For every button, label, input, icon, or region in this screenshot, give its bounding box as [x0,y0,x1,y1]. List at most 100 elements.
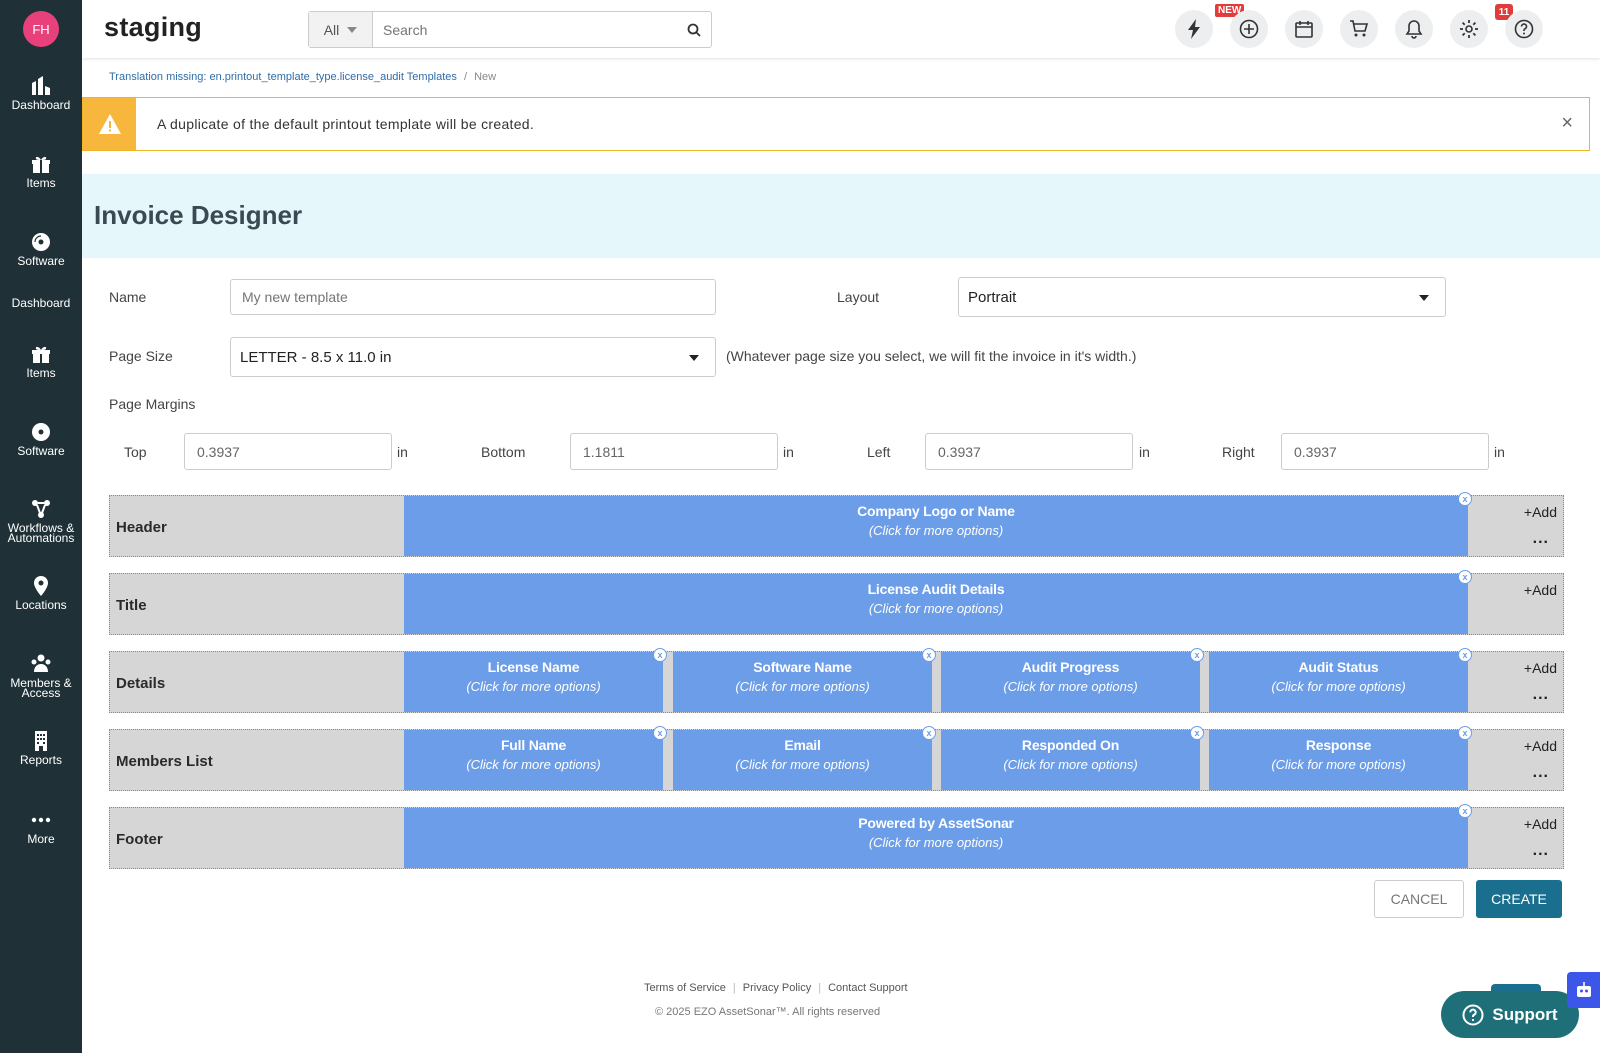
row-more-icon[interactable]: ... [1533,764,1549,782]
alert-icon-box [83,98,136,150]
remove-field-icon[interactable]: x [1458,570,1472,584]
sidebar-item-reports[interactable]: Reports [0,729,82,766]
sidebar-item-more[interactable]: More [0,808,82,845]
margin-top-field[interactable]: 0.3937 [184,433,392,470]
field-name: License Name [487,659,580,675]
search-input[interactable] [373,12,677,47]
support-button[interactable]: Support [1441,991,1579,1038]
close-icon[interactable]: × [1561,112,1573,135]
field-name: Software Name [753,659,852,675]
sidebar-item-dashboard-secondary[interactable]: Dashboard [0,296,82,310]
sidebar-item-software-secondary[interactable]: Software [0,420,82,458]
help-button[interactable] [1505,10,1543,48]
add-field-link[interactable]: +Add [1524,816,1557,832]
dashboard-icon [32,76,50,95]
margin-top-label: Top [124,444,147,460]
remove-field-icon[interactable]: x [1190,726,1204,740]
designer-field[interactable]: Audit Status (Click for more options) x [1209,648,1472,712]
margin-bottom-field[interactable]: 1.1811 [570,433,778,470]
sidebar-item-label: Software [17,444,65,458]
brand-name[interactable]: staging [104,12,202,43]
designer-field[interactable]: Response (Click for more options) x [1209,726,1472,790]
workflow-icon [32,500,50,518]
add-field-link[interactable]: +Add [1524,660,1557,676]
remove-field-icon[interactable]: x [922,726,936,740]
sidebar-item-software[interactable]: Software [0,230,82,267]
alert-message: A duplicate of the default printout temp… [157,116,535,132]
sidebar-item-dashboard[interactable]: Dashboard [0,74,82,111]
whats-new-button[interactable] [1175,10,1213,48]
breadcrumb-separator: / [463,71,468,83]
search-scope-select[interactable]: All [309,12,373,47]
footer-links: Terms of Service | Privacy Policy | Contact … [644,982,908,994]
sidebar-item-members[interactable]: Members & Access [0,652,82,699]
row-label: Title [116,597,147,614]
remove-field-icon[interactable]: x [922,648,936,662]
warning-alert: A duplicate of the default printout temp… [82,97,1590,151]
breadcrumb-current: New [474,71,497,83]
add-field-link[interactable]: +Add [1524,738,1557,754]
designer-field[interactable]: Company Logo or Name (Click for more opt… [404,492,1472,556]
designer-field[interactable]: Audit Progress (Click for more options) … [941,648,1204,712]
avatar[interactable]: FH [23,11,59,47]
sidebar-item-locations[interactable]: Locations [0,574,82,612]
cart-icon [1350,20,1369,37]
field-name: Responded On [1021,737,1120,753]
sidebar-item-workflows[interactable]: Workflows & Automations [0,497,82,544]
page-title: Invoice Designer [94,200,303,230]
breadcrumb-templates-link[interactable]: Translation missing: en.printout_templat… [109,71,457,83]
search-button[interactable] [677,12,711,47]
cart-button[interactable] [1340,10,1378,48]
chevron-down-icon [689,355,699,361]
map-pin-icon [34,576,48,596]
field-options-hint: (Click for more options) [735,679,870,694]
disc-icon [32,423,50,441]
sidebar-item-items[interactable]: Items [0,152,82,189]
page-size-select[interactable]: LETTER - 8.5 x 11.0 in [230,337,716,377]
add-field-link[interactable]: +Add [1524,504,1557,520]
contact-support-link[interactable]: Contact Support [828,982,908,994]
row-more-icon[interactable]: ... [1533,530,1549,548]
remove-field-icon[interactable]: x [1458,648,1472,662]
layout-select[interactable]: Portrait [958,277,1446,317]
designer-field[interactable]: License Name (Click for more options) x [404,648,667,712]
settings-button[interactable] [1450,10,1488,48]
designer-field[interactable]: Powered by AssetSonar (Click for more op… [404,804,1472,868]
notifications-button[interactable] [1395,10,1433,48]
row-more-icon[interactable]: ... [1533,842,1549,860]
margin-left-label: Left [867,444,891,460]
remove-field-icon[interactable]: x [1458,804,1472,818]
field-name: Company Logo or Name [857,503,1015,519]
designer-field[interactable]: Email (Click for more options) x [673,726,936,790]
remove-field-icon[interactable]: x [653,726,667,740]
margin-left-field[interactable]: 0.3937 [925,433,1133,470]
field-options-hint: (Click for more options) [1271,757,1406,772]
name-field[interactable] [230,279,716,315]
privacy-link[interactable]: Privacy Policy [743,982,811,994]
create-button[interactable]: CREATE [1476,880,1562,918]
field-options-hint: (Click for more options) [466,757,601,772]
row-label: Details [116,675,166,692]
designer-field[interactable]: Responded On (Click for more options) x [941,726,1204,790]
row-more-icon[interactable]: ... [1533,686,1549,704]
sidebar-item-items-secondary[interactable]: Items [0,342,82,379]
page-size-label: Page Size [109,348,173,364]
designer-field[interactable]: Software Name (Click for more options) x [673,648,936,712]
sidebar-item-label: Locations [15,598,67,612]
designer-field[interactable]: License Audit Details (Click for more op… [404,570,1472,634]
add-field-link[interactable]: +Add [1524,582,1557,598]
chatbot-icon[interactable] [1567,972,1600,1008]
cancel-button[interactable]: CANCEL [1374,880,1464,918]
remove-field-icon[interactable]: x [653,648,667,662]
remove-field-icon[interactable]: x [1458,726,1472,740]
disc-icon [32,233,50,251]
quick-add-button[interactable] [1230,10,1268,48]
margin-right-field[interactable]: 0.3937 [1281,433,1489,470]
remove-field-icon[interactable]: x [1190,648,1204,662]
calendar-button[interactable] [1285,10,1323,48]
remove-field-icon[interactable]: x [1458,492,1472,506]
terms-link[interactable]: Terms of Service [644,982,726,994]
designer-field[interactable]: Full Name (Click for more options) x [404,726,667,790]
margin-bottom-label: Bottom [481,444,526,460]
layout-select-value: Portrait [968,289,1017,306]
